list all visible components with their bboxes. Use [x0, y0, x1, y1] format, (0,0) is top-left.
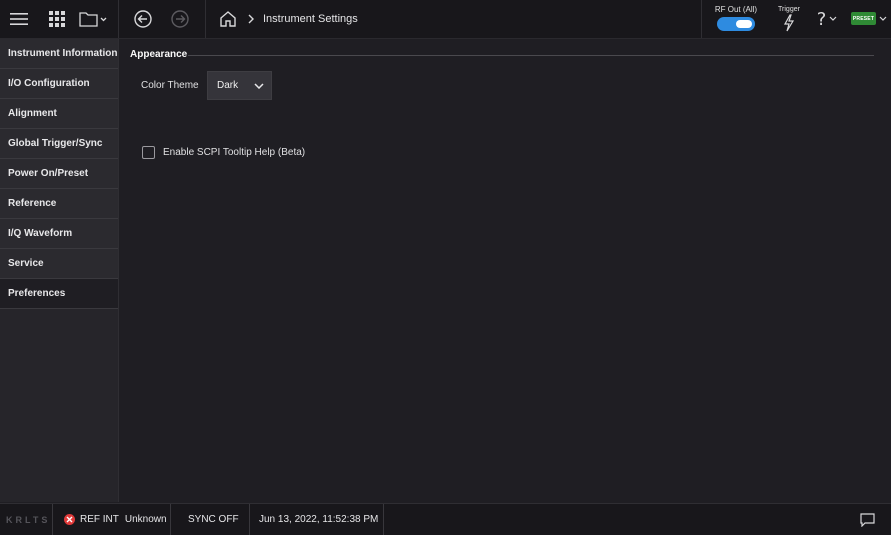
home-icon[interactable]: [215, 0, 241, 38]
sidebar-item-io-configuration[interactable]: I/O Configuration: [0, 69, 118, 99]
color-theme-value: Dark: [217, 80, 239, 91]
preset-chevron-icon[interactable]: [877, 0, 889, 38]
trigger-label: Trigger: [778, 6, 800, 13]
menu-icon[interactable]: [4, 0, 34, 38]
scpi-tooltip-label: Enable SCPI Tooltip Help (Beta): [163, 147, 306, 158]
section-title: Appearance: [130, 49, 188, 60]
sidebar-item-instrument-information[interactable]: Instrument Information: [0, 39, 118, 69]
date-time: Jun 13, 2022, 11:52:38 PM: [259, 514, 379, 525]
forward-arrow-icon[interactable]: [167, 0, 193, 38]
preset-button[interactable]: PRESET: [851, 12, 876, 25]
rf-out-toggle[interactable]: [717, 17, 755, 31]
sidebar-item-reference[interactable]: Reference: [0, 189, 118, 219]
trigger-bolt-icon[interactable]: [780, 13, 798, 33]
back-arrow-icon[interactable]: [130, 0, 156, 38]
status-bar: KRLTS REF INT Unknown SYNC OFF Jun 13, 2…: [0, 503, 891, 535]
scpi-tooltip-option[interactable]: Enable SCPI Tooltip Help (Beta): [142, 146, 305, 159]
apps-grid-icon[interactable]: [43, 0, 71, 38]
section-divider: [188, 55, 874, 56]
sidebar-item-global-trigger-sync[interactable]: Global Trigger/Sync: [0, 129, 118, 159]
folder-icon[interactable]: [77, 0, 109, 38]
sync-status[interactable]: SYNC OFF: [188, 504, 239, 535]
error-icon: [64, 514, 75, 525]
color-theme-label: Color Theme: [141, 80, 199, 91]
sidebar-item-service[interactable]: Service: [0, 249, 118, 279]
settings-sidebar: Instrument Information I/O Configuration…: [0, 39, 119, 502]
color-theme-select[interactable]: Dark: [207, 71, 272, 100]
message-icon[interactable]: [860, 504, 875, 535]
top-toolbar: Instrument Settings RF Out (All) Trigger…: [0, 0, 891, 39]
brand-logo: KRLTS: [6, 514, 51, 525]
chevron-down-icon: [254, 83, 264, 89]
help-icon[interactable]: ?: [813, 0, 841, 38]
ref-label: REF INT: [80, 514, 119, 525]
breadcrumb-title: Instrument Settings: [263, 13, 358, 25]
sidebar-item-iq-waveform[interactable]: I/Q Waveform: [0, 219, 118, 249]
chevron-right-icon: [245, 0, 257, 38]
ref-state: Unknown: [124, 514, 167, 525]
ref-status[interactable]: REF INT Unknown: [64, 504, 167, 535]
rf-out-label: RF Out (All): [714, 5, 758, 14]
preferences-panel: Appearance Color Theme Dark Enable SCPI …: [119, 39, 891, 502]
sidebar-item-alignment[interactable]: Alignment: [0, 99, 118, 129]
sidebar-item-power-on-preset[interactable]: Power On/Preset: [0, 159, 118, 189]
scpi-tooltip-checkbox[interactable]: [142, 146, 155, 159]
sidebar-item-preferences[interactable]: Preferences: [0, 279, 118, 309]
